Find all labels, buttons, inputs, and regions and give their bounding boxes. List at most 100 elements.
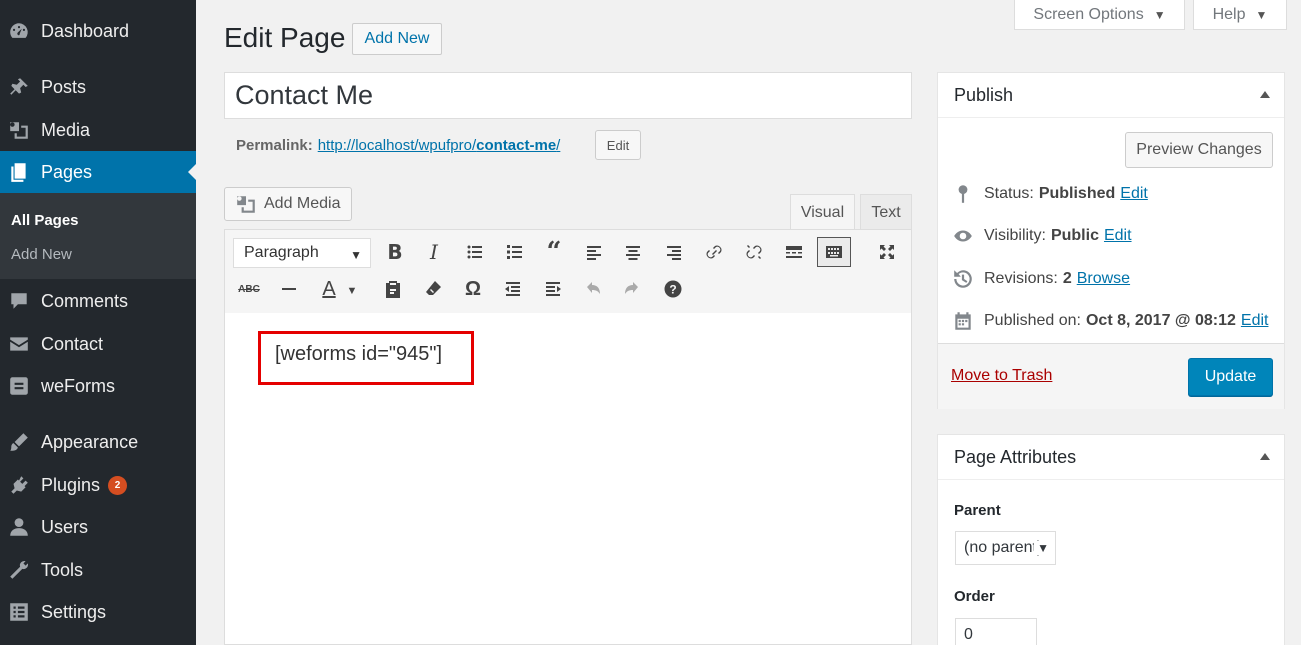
edit-visibility-link[interactable]: Edit	[1104, 227, 1132, 245]
pin-icon	[958, 185, 968, 203]
horizontal-line-icon[interactable]	[275, 275, 303, 303]
permalink-row: Permalink: http://localhost/wpufpro/cont…	[236, 137, 560, 154]
paste-as-text-icon[interactable]	[379, 275, 407, 303]
undo-icon[interactable]	[579, 275, 607, 303]
menu-label: Users	[41, 516, 89, 537]
visibility-row: Visibility: Public Edit	[952, 225, 1132, 247]
tab-text[interactable]: Text	[860, 194, 912, 230]
add-new-page-button[interactable]: Add New	[352, 23, 442, 55]
caret-down-icon[interactable]: ▼	[343, 277, 361, 305]
caret-down-icon: ▼	[1034, 541, 1049, 555]
menu-plugins[interactable]: Plugins 2	[0, 464, 196, 506]
caret-down-icon: ▼	[350, 248, 362, 262]
fullscreen-icon[interactable]	[873, 238, 901, 266]
outdent-icon[interactable]	[499, 275, 527, 303]
comments-icon	[7, 289, 31, 313]
pages-submenu: All Pages Add New	[0, 193, 196, 279]
read-more-icon[interactable]	[780, 238, 808, 266]
permalink-link[interactable]: http://localhost/wpufpro/contact-me/	[318, 137, 561, 154]
menu-media[interactable]: Media	[0, 109, 196, 151]
page-title: Edit Page	[224, 22, 346, 53]
special-character-icon[interactable]: Ω	[459, 275, 487, 303]
pin-icon	[7, 75, 31, 99]
link-icon[interactable]	[700, 238, 728, 266]
post-title-input[interactable]: Contact Me	[224, 72, 912, 119]
menu-dashboard[interactable]: Dashboard	[0, 10, 196, 52]
redo-icon[interactable]	[618, 275, 646, 303]
submenu-add-new[interactable]: Add New	[11, 246, 72, 263]
media-icon	[237, 196, 255, 213]
collapse-arrow-icon[interactable]	[1260, 453, 1270, 460]
clear-formatting-icon[interactable]	[419, 275, 447, 303]
tab-visual[interactable]: Visual	[790, 194, 855, 230]
indent-icon[interactable]	[539, 275, 567, 303]
align-right-icon[interactable]	[660, 238, 688, 266]
permalink-trailing: /	[556, 137, 561, 154]
parent-select[interactable]: (no parent) ▼	[955, 531, 1056, 565]
screen-options-label: Screen Options	[1033, 5, 1144, 23]
help-label: Help	[1212, 5, 1246, 23]
status-value: Published	[1038, 185, 1116, 202]
edit-date-link[interactable]: Edit	[1241, 312, 1269, 330]
add-media-label: Add Media	[264, 195, 341, 212]
page-attributes-panel: Page Attributes Parent (no parent) ▼ Ord…	[937, 434, 1285, 645]
update-button[interactable]: Update	[1188, 358, 1273, 396]
blockquote-icon[interactable]: “	[540, 237, 568, 267]
revisions-label: Revisions:	[984, 270, 1058, 287]
align-center-icon[interactable]	[619, 238, 647, 266]
menu-weforms[interactable]: weForms	[0, 365, 196, 407]
menu-contact[interactable]: Contact	[0, 323, 196, 365]
preview-changes-button[interactable]: Preview Changes	[1125, 132, 1273, 168]
plugin-icon	[7, 473, 31, 497]
page-attributes-title: Page Attributes	[954, 446, 1077, 467]
order-input[interactable]: 0	[955, 618, 1037, 645]
align-left-icon[interactable]	[580, 238, 608, 266]
menu-settings[interactable]: Settings	[0, 591, 196, 633]
edit-status-link[interactable]: Edit	[1120, 185, 1148, 203]
strikethrough-icon[interactable]: ABC	[235, 275, 263, 303]
help-icon[interactable]: ?	[659, 275, 687, 303]
menu-label: Dashboard	[41, 20, 130, 41]
bullet-list-icon[interactable]	[461, 238, 489, 266]
editor-content-area[interactable]: [weforms id="945"]	[224, 313, 912, 645]
order-label: Order	[954, 588, 995, 605]
menu-label: Contact	[41, 333, 104, 354]
permalink-slug: contact-me	[476, 137, 557, 154]
menu-comments[interactable]: Comments	[0, 280, 196, 322]
permalink-base: http://localhost/wpufpro/	[317, 137, 477, 154]
format-select[interactable]: Paragraph ▼	[233, 238, 371, 268]
menu-appearance[interactable]: Appearance	[0, 421, 196, 463]
visibility-label: Visibility:	[984, 227, 1046, 244]
menu-label: Media	[41, 119, 91, 140]
brush-icon	[7, 430, 31, 454]
numbered-list-icon[interactable]	[501, 238, 529, 266]
help-button[interactable]: Help ▼	[1193, 0, 1287, 30]
settings-icon	[7, 600, 31, 624]
publish-panel-header[interactable]: Publish	[938, 73, 1284, 118]
screen-options-button[interactable]: Screen Options ▼	[1014, 0, 1185, 30]
media-icon	[7, 118, 31, 142]
text-color-icon[interactable]: A	[315, 275, 343, 303]
unlink-icon[interactable]	[740, 238, 768, 266]
menu-tools[interactable]: Tools	[0, 549, 196, 591]
add-media-button[interactable]: Add Media	[224, 187, 352, 221]
bold-icon[interactable]: B	[381, 238, 409, 266]
menu-label: Pages	[41, 161, 93, 182]
move-to-trash-link[interactable]: Move to Trash	[951, 367, 1052, 385]
page-attributes-header[interactable]: Page Attributes	[938, 435, 1284, 480]
publish-actions: Move to Trash Update	[938, 343, 1284, 409]
menu-label: weForms	[41, 375, 116, 396]
menu-posts[interactable]: Posts	[0, 66, 196, 108]
shortcode-text: [weforms id="945"]	[275, 343, 443, 365]
published-on-row: Published on: Oct 8, 2017 @ 08:12 Edit	[952, 310, 1268, 332]
permalink-edit-button[interactable]: Edit	[595, 130, 641, 160]
publish-title: Publish	[954, 84, 1014, 105]
submenu-all-pages[interactable]: All Pages	[11, 212, 79, 229]
toolbar-toggle-icon[interactable]	[817, 237, 851, 267]
collapse-arrow-icon[interactable]	[1260, 91, 1270, 98]
italic-icon[interactable]: I	[420, 238, 448, 266]
browse-revisions-link[interactable]: Browse	[1077, 270, 1130, 288]
calendar-icon	[955, 312, 971, 330]
menu-users[interactable]: Users	[0, 506, 196, 548]
menu-pages[interactable]: Pages	[0, 151, 196, 193]
